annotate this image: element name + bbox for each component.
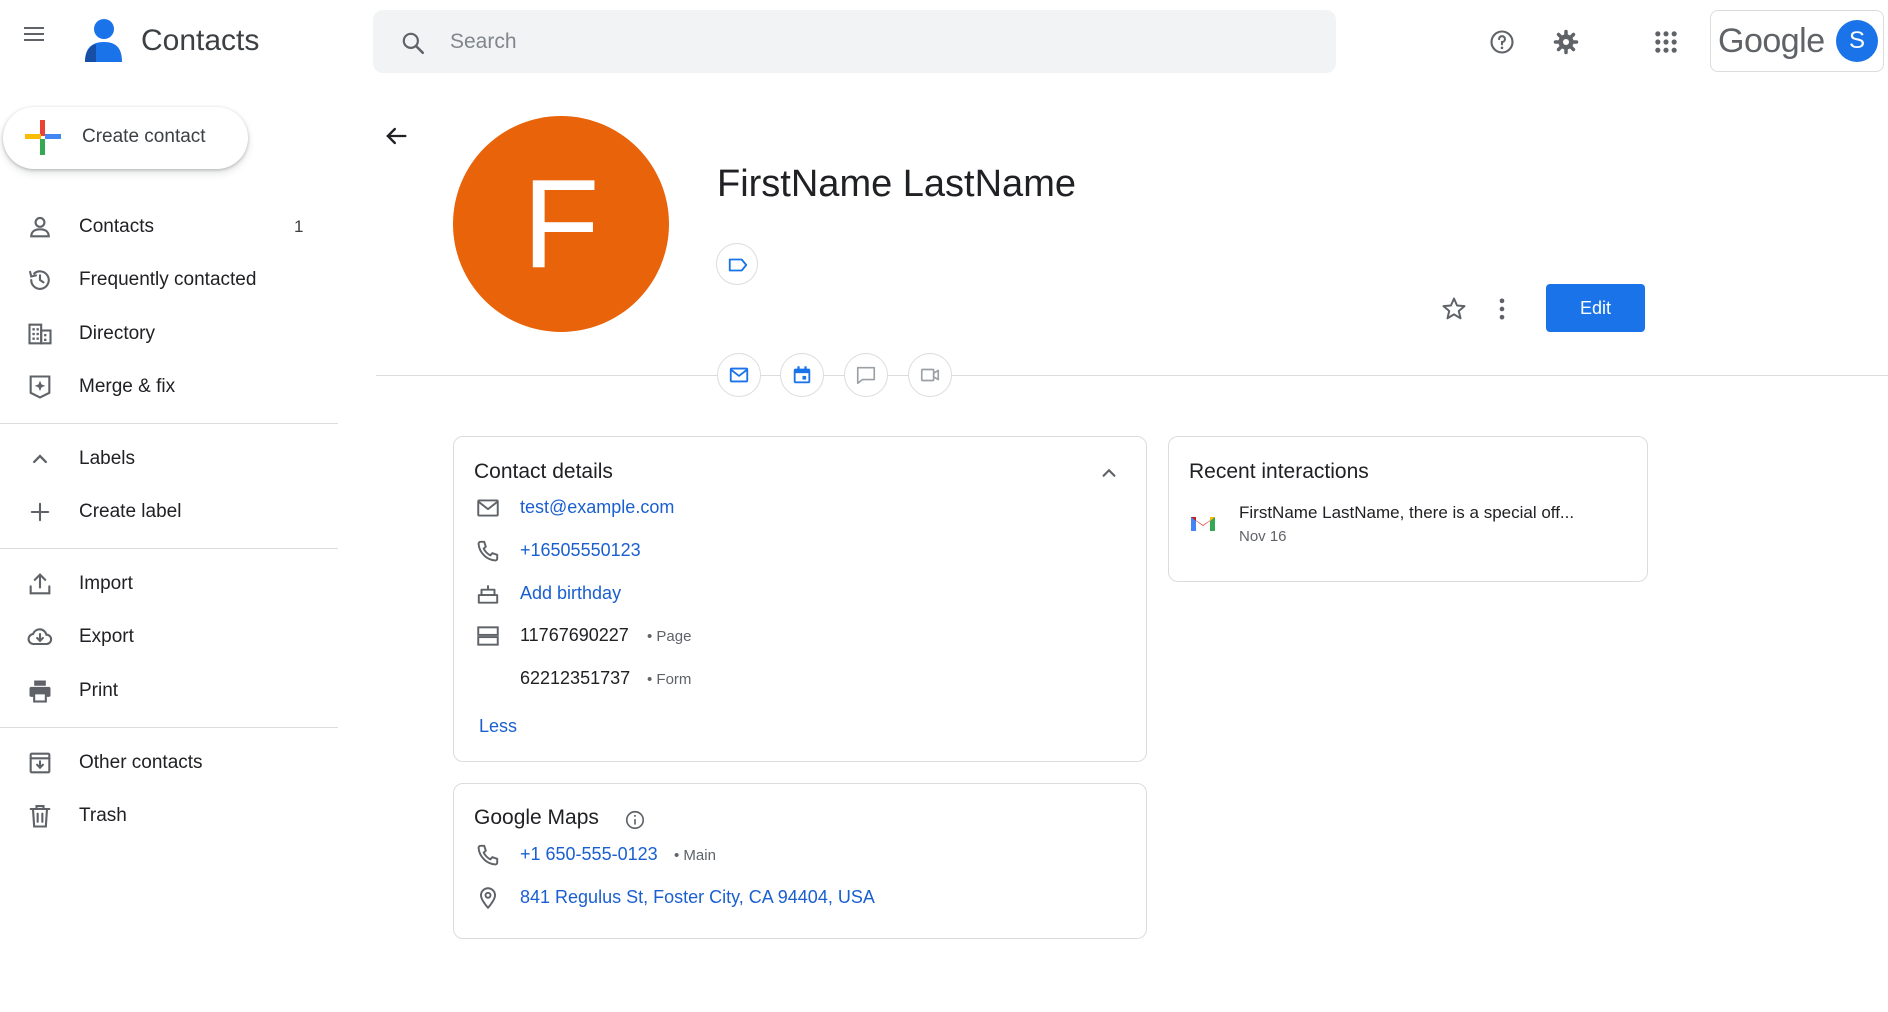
sidebar-item-label: Contacts — [79, 216, 154, 237]
colorful-plus-icon — [24, 118, 62, 156]
id-type: • Page — [647, 628, 692, 645]
sidebar-divider — [0, 423, 338, 424]
sidebar-item-label: Import — [79, 573, 133, 594]
video-camera-icon — [920, 368, 940, 382]
sidebar-item-label: Print — [79, 680, 119, 701]
email-link[interactable]: test@example.com — [520, 497, 674, 518]
labels-header: Labels — [79, 448, 135, 469]
back-arrow-icon[interactable] — [382, 122, 410, 150]
schedule-event-button[interactable] — [780, 353, 824, 397]
more-vert-icon[interactable] — [1488, 295, 1516, 323]
trash-icon — [26, 802, 54, 830]
sidebar-item-label: Trash — [79, 805, 127, 826]
search-icon[interactable] — [400, 30, 426, 56]
create-label-text: Create label — [79, 501, 182, 522]
cake-icon — [475, 581, 501, 607]
video-call-button[interactable] — [908, 353, 952, 397]
search-input[interactable] — [448, 18, 1322, 66]
location-pin-icon — [475, 885, 501, 911]
contact-name: FirstName LastName — [717, 163, 1076, 205]
person-icon — [26, 213, 54, 241]
chevron-up-icon — [26, 445, 54, 473]
show-less-link[interactable]: Less — [479, 716, 517, 737]
id-list-icon — [475, 623, 501, 649]
maps-phone-type: • Main — [674, 847, 716, 864]
google-maps-title: Google Maps — [474, 806, 599, 829]
sidebar-item-label: Other contacts — [79, 752, 203, 773]
main-menu-button[interactable] — [22, 22, 46, 46]
contacts-logo — [82, 18, 122, 64]
archive-icon — [26, 749, 54, 777]
manage-labels-button[interactable] — [716, 243, 758, 285]
sidebar-item-label: Merge & fix — [79, 376, 176, 397]
id-type: • Form — [647, 671, 692, 688]
sidebar-divider — [0, 548, 338, 549]
calendar-icon — [793, 366, 811, 384]
phone-link[interactable]: +16505550123 — [520, 540, 641, 561]
label-tag-icon — [728, 258, 748, 272]
collapse-details-button[interactable] — [1096, 460, 1122, 486]
printer-icon — [26, 677, 54, 705]
chat-button[interactable] — [844, 353, 888, 397]
header-divider — [376, 375, 1888, 376]
edit-button[interactable]: Edit — [1546, 284, 1645, 332]
help-icon[interactable] — [1488, 28, 1516, 56]
sidebar-divider — [0, 727, 338, 728]
gear-icon[interactable] — [1552, 28, 1580, 56]
mail-icon — [729, 367, 749, 383]
contact-details-title: Contact details — [474, 460, 613, 483]
recent-interactions-title: Recent interactions — [1189, 460, 1369, 483]
phone-icon — [475, 842, 501, 868]
phone-icon — [475, 538, 501, 564]
app-title: Contacts — [141, 24, 260, 57]
sidebar-item-label: Directory — [79, 323, 156, 344]
sidebar-item-label: Export — [79, 626, 134, 647]
create-contact-label: Create contact — [82, 126, 206, 147]
id-value: 11767690227 — [520, 625, 629, 645]
contact-avatar: F — [453, 116, 669, 332]
send-email-button[interactable] — [717, 353, 761, 397]
interaction-text: FirstName LastName, there is a special o… — [1239, 503, 1575, 522]
star-icon[interactable] — [1440, 295, 1468, 323]
info-icon[interactable] — [624, 809, 646, 831]
mail-icon — [475, 495, 501, 521]
gmail-icon — [1190, 512, 1216, 534]
cloud-download-icon — [26, 623, 54, 651]
history-icon — [26, 266, 54, 294]
chevron-up-icon — [1102, 468, 1116, 477]
upload-icon — [26, 570, 54, 598]
building-icon — [26, 320, 54, 348]
id-value: 62212351737 — [520, 668, 631, 688]
plus-icon — [26, 498, 54, 526]
add-birthday-link[interactable]: Add birthday — [520, 583, 621, 604]
account-avatar[interactable]: S — [1836, 20, 1878, 62]
google-wordmark: Google — [1718, 22, 1825, 60]
maps-phone-link[interactable]: +1 650-555-0123 — [520, 844, 658, 865]
contacts-count: 1 — [294, 217, 304, 236]
sidebar-item-label: Frequently contacted — [79, 269, 257, 290]
address-link[interactable]: 841 Regulus St, Foster City, CA 94404, U… — [520, 887, 875, 908]
apps-grid-icon[interactable] — [1652, 28, 1680, 56]
interaction-date: Nov 16 — [1239, 528, 1287, 545]
merge-fix-icon — [26, 373, 54, 401]
hamburger-icon — [24, 27, 44, 41]
chat-bubble-icon — [856, 366, 876, 385]
